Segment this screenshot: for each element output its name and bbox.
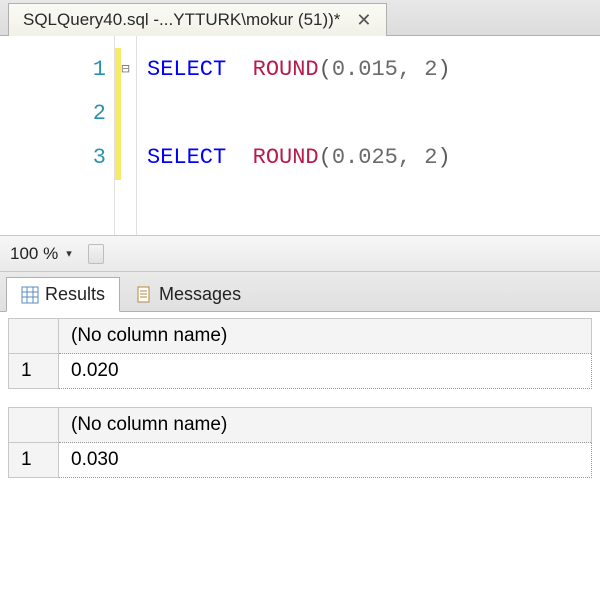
table-row[interactable]: 1 0.030 <box>9 443 592 478</box>
document-icon <box>135 286 153 304</box>
grid-corner[interactable] <box>9 408 59 443</box>
function: ROUND <box>253 145 319 170</box>
horizontal-scroll-thumb[interactable] <box>88 244 104 264</box>
grid-corner[interactable] <box>9 319 59 354</box>
args: 0.025, 2 <box>332 145 438 170</box>
row-number[interactable]: 1 <box>9 443 59 478</box>
column-header[interactable]: (No column name) <box>59 319 592 354</box>
folding-margin: ⊟ <box>115 36 137 235</box>
line-number-gutter: 1 2 3 <box>0 36 115 235</box>
document-tab-title: SQLQuery40.sql -...YTTURK\mokur (51))* <box>23 10 340 30</box>
args: 0.015, 2 <box>332 57 438 82</box>
line-number: 3 <box>0 136 106 180</box>
tab-messages[interactable]: Messages <box>120 277 256 312</box>
cell-value[interactable]: 0.020 <box>59 354 592 389</box>
zoom-value[interactable]: 100 % <box>10 244 58 264</box>
keyword: SELECT <box>147 57 226 82</box>
code-area[interactable]: SELECT ROUND(0.015, 2) SELECT ROUND(0.02… <box>137 36 461 235</box>
document-tab[interactable]: SQLQuery40.sql -...YTTURK\mokur (51))* ✕ <box>8 3 387 36</box>
ssms-window: SQLQuery40.sql -...YTTURK\mokur (51))* ✕… <box>0 0 600 594</box>
line-number: 2 <box>0 92 106 136</box>
results-pane: (No column name) 1 0.020 (No column name… <box>0 312 600 594</box>
tab-results[interactable]: Results <box>6 277 120 312</box>
result-grid-2[interactable]: (No column name) 1 0.030 <box>8 407 592 478</box>
row-number[interactable]: 1 <box>9 354 59 389</box>
cell-value[interactable]: 0.030 <box>59 443 592 478</box>
paren: ( <box>319 145 332 170</box>
paren: ( <box>319 57 332 82</box>
sql-editor[interactable]: 1 2 3 ⊟ SELECT ROUND(0.015, 2) SELECT RO… <box>0 36 600 236</box>
line-number: 1 <box>0 48 106 92</box>
table-row[interactable]: 1 0.020 <box>9 354 592 389</box>
function: ROUND <box>253 57 319 82</box>
result-grid-1[interactable]: (No column name) 1 0.020 <box>8 318 592 389</box>
column-header[interactable]: (No column name) <box>59 408 592 443</box>
tab-results-label: Results <box>45 284 105 305</box>
paren: ) <box>437 145 450 170</box>
change-indicator <box>115 48 121 180</box>
results-tab-bar: Results Messages <box>0 272 600 312</box>
close-icon[interactable]: ✕ <box>352 11 375 29</box>
keyword: SELECT <box>147 145 226 170</box>
zoom-bar: 100 % ▾ <box>0 236 600 272</box>
paren: ) <box>437 57 450 82</box>
grid-icon <box>21 286 39 304</box>
chevron-down-icon[interactable]: ▾ <box>66 247 72 260</box>
tab-messages-label: Messages <box>159 284 241 305</box>
document-tab-bar: SQLQuery40.sql -...YTTURK\mokur (51))* ✕ <box>0 0 600 36</box>
